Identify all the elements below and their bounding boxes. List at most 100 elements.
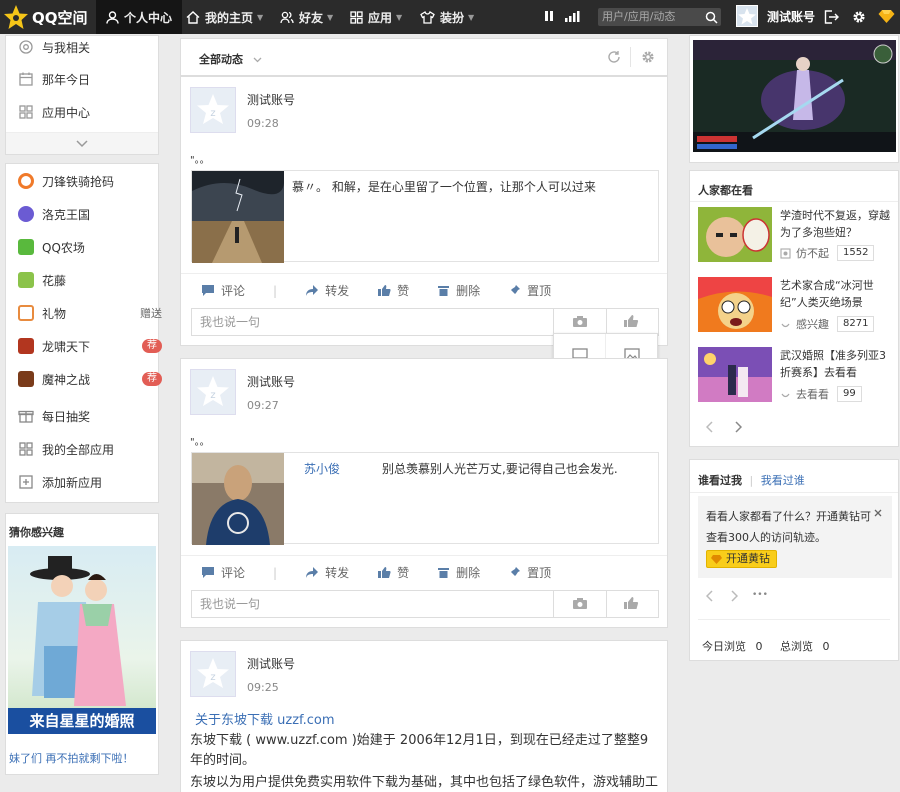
camera-icon[interactable]	[572, 315, 588, 328]
chevron-left-icon[interactable]	[706, 590, 714, 602]
post-avatar[interactable]: z	[190, 369, 236, 415]
visit-stats: 今日浏览 0 总浏览 0	[702, 638, 830, 654]
demon-icon	[18, 371, 34, 387]
open-yellow-diamond-button[interactable]: 开通黄钻	[706, 550, 777, 568]
post-author[interactable]: 测试账号	[247, 655, 295, 672]
caret-down-icon: ▼	[327, 12, 334, 22]
expand-menu-button[interactable]	[6, 132, 158, 154]
tab-who-visited-me[interactable]: 谁看过我	[698, 474, 742, 487]
yellow-diamond-icon[interactable]	[878, 9, 895, 24]
app-item-longxiao[interactable]: 龙啸天下 荐	[18, 336, 162, 356]
comment-input[interactable]: 我也说一句	[191, 308, 659, 336]
signal-bars-icon[interactable]	[564, 9, 580, 23]
default-avatar-icon	[738, 8, 756, 25]
comment-input[interactable]: 我也说一句	[191, 590, 659, 618]
ad-link[interactable]: 妹了们 再不拍就剩下啦！	[9, 750, 134, 766]
video-title: 艺术家合成“冰河世纪”人类灭绝场景	[780, 279, 874, 309]
shared-content-card[interactable]: 慕〃。 和解，是在心里留了一个位置，让那个人可以过来	[191, 170, 659, 263]
feed-header: 全部动态	[180, 38, 668, 76]
gift-icon	[18, 305, 34, 321]
post-actions-bar: 评论 | 转发 赞 删除 置顶	[181, 555, 667, 589]
forward-button[interactable]: 转发	[305, 564, 349, 581]
chevron-right-icon[interactable]	[734, 421, 742, 433]
video-title: 武汉婚照【准多列亚3折赛系】去看看	[780, 349, 886, 379]
post-content: "。。	[190, 155, 210, 166]
video-thumbnail	[698, 347, 772, 402]
nav-personal-center[interactable]: 个人中心	[96, 0, 183, 34]
app-center-icon	[19, 105, 33, 119]
camera-icon[interactable]	[572, 597, 588, 610]
app-item-moshen[interactable]: 魔神之战 荐	[18, 369, 162, 389]
close-icon[interactable]	[874, 509, 882, 517]
post-avatar[interactable]: z	[190, 651, 236, 697]
divider	[553, 309, 554, 335]
like-button[interactable]: 赞	[377, 282, 409, 299]
shared-content-card[interactable]: 苏小俊 别总羡慕别人光芒万丈,要记得自己也会发光.	[191, 452, 659, 545]
wedding-couple-illustration	[30, 556, 126, 706]
friends-icon	[280, 11, 294, 23]
app-item-lottery[interactable]: 每日抽奖	[18, 406, 158, 426]
chevron-right-icon[interactable]	[730, 590, 738, 602]
post-author[interactable]: 测试账号	[247, 91, 295, 108]
game-ad-image[interactable]	[693, 40, 896, 152]
delete-button[interactable]: 删除	[437, 282, 480, 299]
interest-panel: 猜你感兴趣 来自星星的婚照 妹了们 再不拍就剩下啦！	[5, 513, 159, 775]
nav-my-homepage[interactable]: 我的主页 ▼	[176, 0, 273, 34]
app-item-daofeng[interactable]: 刀锋铁骑抢码	[18, 171, 158, 191]
qzone-logo[interactable]: QQ空间	[3, 4, 88, 30]
nav-apps[interactable]: 应用 ▼	[340, 0, 412, 34]
post-author[interactable]: 测试账号	[247, 373, 295, 390]
post-body: 东坡下载 ( www.uzzf.com )始建于 2006年12月1日，到现在已…	[190, 733, 659, 790]
app-item-add-new[interactable]: 添加新应用	[18, 472, 158, 492]
settings-gear-icon[interactable]	[852, 10, 866, 24]
app-item-all-apps[interactable]: 我的全部应用	[18, 439, 158, 459]
post-time: 09:27	[247, 399, 279, 412]
user-avatar[interactable]	[736, 5, 758, 27]
search-input[interactable]: 用户/应用/动态	[598, 8, 721, 26]
video-source-icon	[780, 247, 791, 259]
video-meta: 感兴趣 8271	[780, 316, 875, 332]
app-item-rocokingdom[interactable]: 洛克王国	[18, 204, 158, 224]
nav-dressup[interactable]: 装扮 ▼	[410, 0, 484, 34]
wedding-ad-image[interactable]: 来自星星的婚照	[8, 546, 156, 734]
refresh-icon[interactable]	[607, 50, 621, 64]
thumbs-up-comment-icon[interactable]	[623, 314, 639, 328]
app-item-gift[interactable]: 礼物 赠送	[18, 303, 162, 323]
pin-icon	[509, 285, 521, 296]
menu-related-to-me[interactable]: 与我相关	[18, 37, 90, 57]
like-button[interactable]: 赞	[377, 564, 409, 581]
trending-title: 人家都在看	[698, 184, 753, 197]
top-navigation-bar: QQ空间 个人中心 我的主页 ▼ 好友 ▼ 应用 ▼ 装扮 ▼ 用户/应用/动态 测试账…	[0, 0, 900, 34]
search-icon[interactable]	[705, 11, 718, 24]
feed-settings-icon[interactable]	[641, 50, 655, 64]
thumbs-up-comment-icon[interactable]	[623, 596, 639, 610]
nav-friends[interactable]: 好友 ▼	[270, 0, 343, 34]
add-app-icon	[19, 475, 33, 489]
dragon-icon	[18, 338, 34, 354]
pin-button[interactable]: 置顶	[508, 564, 551, 581]
post-avatar[interactable]: z	[190, 87, 236, 133]
app-item-qqfarm[interactable]: QQ农场	[18, 237, 158, 257]
menu-app-center[interactable]: 应用中心	[18, 102, 90, 122]
delete-button[interactable]: 删除	[437, 564, 480, 581]
pin-button[interactable]: 置顶	[508, 282, 551, 299]
lottery-icon	[18, 410, 34, 423]
left-menu-top: 与我相关 那年今日 应用中心	[5, 35, 159, 155]
tab-who-i-visited[interactable]: 我看过谁	[761, 474, 805, 487]
shared-author-link[interactable]: 苏小俊	[304, 462, 340, 476]
forward-button[interactable]: 转发	[305, 282, 349, 299]
pause-icon[interactable]	[542, 9, 556, 23]
recommend-badge: 荐	[142, 372, 162, 386]
feed-filter-dropdown[interactable]: 全部动态	[199, 51, 262, 67]
chevron-left-icon[interactable]	[706, 421, 714, 433]
comment-button[interactable]: 评论	[201, 564, 245, 581]
post-link-title[interactable]: 关于东坡下载 uzzf.com	[195, 709, 335, 728]
thumbs-up-icon	[378, 285, 391, 296]
app-item-huateng[interactable]: 花藤	[18, 270, 158, 290]
comment-button[interactable]: 评论	[201, 282, 245, 299]
menu-that-year-today[interactable]: 那年今日	[18, 69, 90, 89]
logout-icon[interactable]	[824, 10, 839, 24]
pin-icon	[509, 567, 521, 578]
username[interactable]: 测试账号	[767, 0, 815, 34]
more-dots-icon[interactable]: •••	[752, 590, 768, 600]
